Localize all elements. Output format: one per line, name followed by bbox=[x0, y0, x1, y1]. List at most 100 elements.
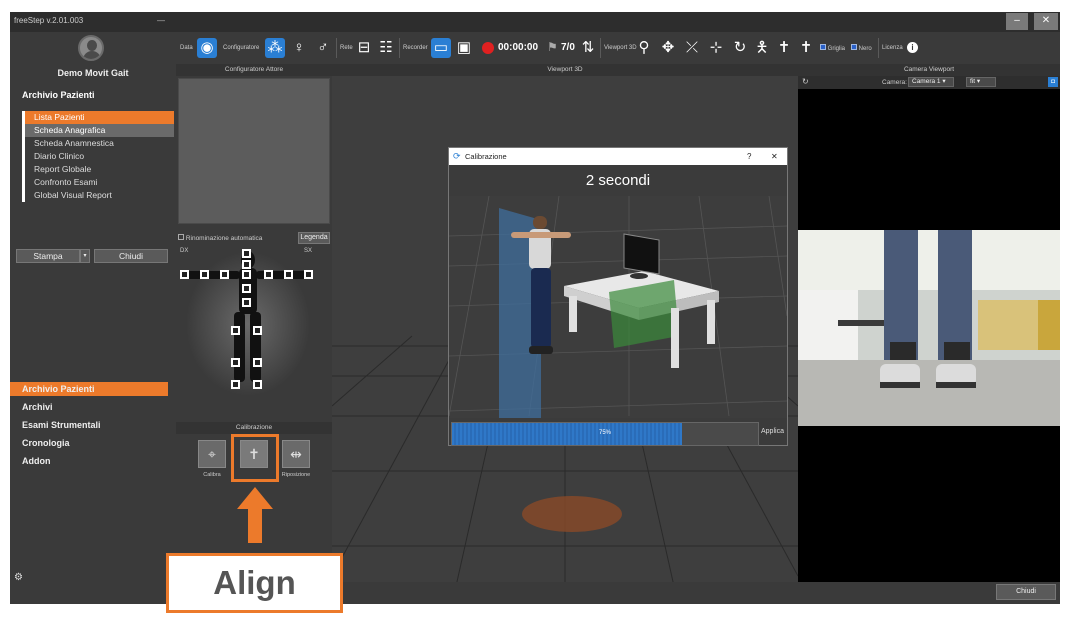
figure-large-icon[interactable]: ✝ bbox=[796, 38, 816, 58]
marker-head[interactable] bbox=[242, 249, 251, 258]
network-icon[interactable]: ⊟ bbox=[354, 38, 374, 58]
progress-bar: 75% bbox=[451, 422, 759, 446]
align-annotation-label: Align bbox=[166, 553, 343, 613]
dialog-close-button[interactable]: ✕ bbox=[771, 148, 778, 165]
nav-archivio-pazienti[interactable]: Archivio Pazienti bbox=[22, 384, 95, 394]
marker-left-thigh[interactable] bbox=[253, 326, 262, 335]
actor-panel-title: Configuratore Attore bbox=[176, 64, 332, 76]
marker-left-hand[interactable] bbox=[304, 270, 313, 279]
dialog-title: Calibrazione bbox=[465, 152, 507, 161]
reposition-label: Riposizione bbox=[281, 472, 311, 478]
calibration-scene bbox=[449, 196, 787, 418]
camera-viewport-panel: Camera Viewport ↻ Camera: Camera 1 ▾ fit… bbox=[798, 64, 1060, 604]
section-title: Archivio Pazienti bbox=[22, 90, 95, 100]
align-highlight-frame bbox=[231, 434, 279, 482]
black-toggle[interactable]: Nero bbox=[851, 44, 872, 52]
help-button[interactable]: ? bbox=[747, 148, 751, 165]
sidebar-item-lista-pazienti[interactable]: Lista Pazienti bbox=[22, 111, 174, 124]
avatar bbox=[78, 35, 104, 61]
marker-left-foot[interactable] bbox=[253, 380, 262, 389]
sidebar-item-report-globale[interactable]: Report Globale bbox=[22, 163, 174, 176]
fit-select[interactable]: fit ▾ bbox=[966, 77, 996, 87]
up-arrow-icon bbox=[237, 487, 273, 543]
flag-count: 7/0 bbox=[561, 42, 575, 53]
app-title: freeStep v.2.01.003 bbox=[14, 16, 84, 25]
close-bottom-button[interactable]: Chiudi bbox=[996, 584, 1056, 600]
record-icon[interactable] bbox=[482, 42, 494, 54]
marker-left-upperarm[interactable] bbox=[264, 270, 273, 279]
camera-toolbar: ↻ Camera: Camera 1 ▾ fit ▾ ◘ bbox=[798, 76, 1060, 89]
actor-edit-icon[interactable]: ♂ bbox=[313, 38, 333, 58]
marker-right-foot[interactable] bbox=[231, 380, 240, 389]
nav-cronologia[interactable]: Cronologia bbox=[22, 438, 70, 448]
info-icon[interactable]: i bbox=[907, 42, 918, 53]
sx-label: SX bbox=[304, 248, 313, 254]
nav-archivi[interactable]: Archivi bbox=[22, 402, 53, 412]
print-dropdown-button[interactable]: ▾ bbox=[80, 249, 90, 263]
marker-chest[interactable] bbox=[242, 270, 251, 279]
marker-right-forearm[interactable] bbox=[200, 270, 209, 279]
legend-button[interactable]: Legenda bbox=[298, 232, 330, 244]
nav-addon[interactable]: Addon bbox=[22, 456, 51, 466]
title-bar: freeStep v.2.01.003 — – ✕ bbox=[10, 12, 1060, 32]
center-icon[interactable]: ⊹ bbox=[706, 38, 726, 58]
camera-snapshot-icon[interactable]: ◘ bbox=[1048, 77, 1058, 87]
sidebar-item-diario-clinico[interactable]: Diario Clinico bbox=[22, 150, 174, 163]
rotate-icon[interactable]: ↻ bbox=[730, 38, 750, 58]
print-button[interactable]: Stampa bbox=[16, 249, 80, 263]
marker-right-hand[interactable] bbox=[180, 270, 189, 279]
reposition-button[interactable]: ⇹ bbox=[282, 440, 310, 468]
actor-add-icon[interactable]: ♀ bbox=[289, 38, 309, 58]
sd-card-icon[interactable]: ▣ bbox=[454, 38, 474, 58]
close-window-button[interactable]: ✕ bbox=[1034, 13, 1058, 30]
viewport-title: Viewport 3D bbox=[332, 64, 798, 76]
calibration-title: Calibrazione bbox=[176, 422, 332, 434]
no-walk-icon[interactable]: ⤫ bbox=[682, 38, 702, 58]
marker-right-shank[interactable] bbox=[231, 358, 240, 367]
close-sidebar-button[interactable]: Chiudi bbox=[94, 249, 168, 263]
toolbar: Data ◉ Configuratore ⁂ ♀ ♂ Rete ⊟ ☷ Reco… bbox=[176, 32, 1060, 64]
marker-left-shank[interactable] bbox=[253, 358, 262, 367]
data-label: Data bbox=[180, 45, 193, 51]
figure-tpose-icon[interactable]: ✝ bbox=[774, 38, 794, 58]
pan-icon[interactable]: ✥ bbox=[658, 38, 678, 58]
monitor-icon[interactable]: ▭ bbox=[431, 38, 451, 58]
pin-icon[interactable]: — bbox=[157, 16, 165, 25]
sidebar-item-confronto-esami[interactable]: Confronto Esami bbox=[22, 176, 174, 189]
camera-feed bbox=[798, 230, 1060, 426]
progress-text: 75% bbox=[598, 430, 611, 436]
calibrate-label: Calibra bbox=[203, 472, 221, 478]
sidebar-item-scheda-anamnestica[interactable]: Scheda Anamnestica bbox=[22, 137, 174, 150]
apply-button[interactable]: Applica bbox=[761, 428, 784, 435]
sidebar: Demo Movit Gait Archivio Pazienti Lista … bbox=[10, 32, 176, 604]
camera-prefix: Camera: bbox=[882, 79, 907, 86]
zoom-icon[interactable]: ⚲ bbox=[634, 38, 654, 58]
configurator-icon[interactable]: ⁂ bbox=[265, 38, 285, 58]
data-icon[interactable]: ◉ bbox=[197, 38, 217, 58]
figure-small-icon[interactable]: 🯅 bbox=[752, 38, 772, 58]
nav-esami-strumentali[interactable]: Esami Strumentali bbox=[22, 420, 101, 430]
calibration-dialog: ⟳ Calibrazione ? ✕ 2 secondi 75% Applica bbox=[448, 147, 788, 446]
marker-spine[interactable] bbox=[242, 284, 251, 293]
flag-icon[interactable]: ⚑ bbox=[547, 40, 558, 54]
calibration-icon: ⟳ bbox=[453, 151, 461, 161]
grid-toggle[interactable]: Griglia bbox=[820, 44, 845, 52]
marker-right-thigh[interactable] bbox=[231, 326, 240, 335]
swap-icon[interactable]: ⇅ bbox=[578, 38, 598, 58]
countdown: 2 secondi bbox=[585, 172, 651, 189]
calibrate-button[interactable]: ⌖ bbox=[198, 440, 226, 468]
auto-rename-checkbox[interactable]: Rinominazione automatica bbox=[178, 234, 262, 242]
actor-preview bbox=[178, 78, 330, 224]
minimize-button[interactable]: – bbox=[1006, 13, 1028, 30]
refresh-icon[interactable]: ↻ bbox=[802, 77, 809, 86]
network-list-icon[interactable]: ☷ bbox=[376, 38, 396, 58]
sidebar-item-global-visual-report[interactable]: Global Visual Report bbox=[22, 189, 174, 202]
sidebar-item-scheda-anagrafica[interactable]: Scheda Anagrafica bbox=[22, 124, 174, 137]
camera-viewport-title: Camera Viewport bbox=[798, 64, 1060, 76]
marker-neck[interactable] bbox=[242, 260, 251, 269]
marker-right-upperarm[interactable] bbox=[220, 270, 229, 279]
camera-select[interactable]: Camera 1 ▾ bbox=[908, 77, 954, 87]
marker-pelvis[interactable] bbox=[242, 298, 251, 307]
dialog-title-bar: ⟳ Calibrazione ? ✕ bbox=[449, 148, 787, 165]
marker-left-forearm[interactable] bbox=[284, 270, 293, 279]
